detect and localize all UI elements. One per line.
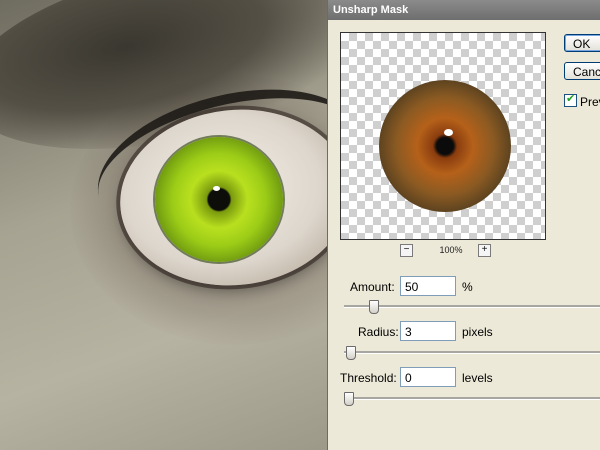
unsharp-mask-dialog: Unsharp Mask − 100% + OK Cancel Preview … [327,0,600,450]
radius-slider[interactable] [344,351,600,354]
ok-button[interactable]: OK [564,34,600,52]
radius-unit: pixels [462,325,493,339]
minus-icon: − [403,244,410,255]
dialog-title: Unsharp Mask [328,0,600,20]
amount-input[interactable]: 50 [400,276,456,296]
threshold-input[interactable]: 0 [400,367,456,387]
preview-checkbox[interactable]: Preview [564,92,600,109]
radius-slider-thumb[interactable] [346,346,357,360]
zoom-controls: − 100% + [400,244,500,258]
threshold-slider-thumb[interactable] [344,392,354,406]
green-iris [155,137,283,262]
iris-highlight [213,186,220,191]
checkbox-checked-icon[interactable] [564,92,577,107]
amount-slider-thumb[interactable] [369,300,379,314]
zoom-in-button[interactable]: + [478,244,491,257]
preview-iris [379,80,511,212]
preview-label: Preview [580,95,600,109]
zoom-level: 100% [439,245,463,255]
threshold-unit: levels [462,371,493,385]
zoom-out-button[interactable]: − [400,244,413,257]
threshold-slider[interactable] [344,397,600,400]
preview-pane[interactable] [340,32,546,240]
plus-icon: + [481,244,488,255]
amount-slider[interactable] [344,305,600,308]
radius-input[interactable]: 3 [400,321,456,341]
threshold-label: Threshold: [340,371,397,385]
amount-label: Amount: [350,280,395,294]
cancel-button[interactable]: Cancel [564,62,600,80]
preview-highlight [444,129,453,136]
radius-label: Radius: [358,325,399,339]
amount-unit: % [462,280,473,294]
